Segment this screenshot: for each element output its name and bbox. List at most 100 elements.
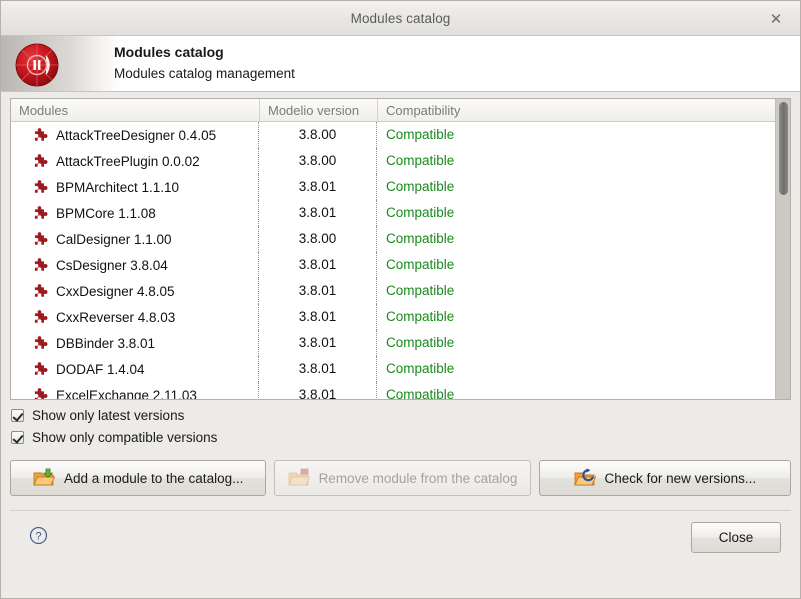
table-row[interactable]: CsDesigner 3.8.04 3.8.01Compatible	[11, 252, 790, 278]
cell-modelio-version: 3.8.01	[259, 330, 377, 356]
dialog-body: Modules Modelio version Compatibility At…	[1, 92, 800, 598]
checkbox-label: Show only latest versions	[32, 408, 184, 423]
modelio-logo-icon	[13, 41, 61, 89]
puzzle-piece-icon	[33, 179, 49, 195]
close-x-icon[interactable]: ✕	[762, 1, 790, 36]
table-row[interactable]: CxxDesigner 4.8.05 3.8.01Compatible	[11, 278, 790, 304]
cell-modelio-version: 3.8.01	[259, 200, 377, 226]
checkbox-0[interactable]	[11, 409, 24, 422]
cell-compatibility: Compatible	[377, 356, 790, 382]
puzzle-piece-icon	[33, 257, 49, 273]
module-name: ExcelExchange 2.11.03	[56, 388, 197, 400]
help-question-icon[interactable]: ?	[29, 526, 48, 545]
table-row[interactable]: AttackTreeDesigner 0.4.053.8.00Compatibl…	[11, 122, 790, 148]
action-buttons: Add a module to the catalog... Remove mo…	[10, 460, 791, 496]
puzzle-piece-icon	[33, 309, 49, 325]
module-name: AttackTreeDesigner 0.4.05	[56, 128, 216, 143]
cell-compatibility: Compatible	[377, 122, 790, 148]
puzzle-piece-icon	[33, 361, 49, 377]
puzzle-piece-icon	[33, 387, 49, 399]
cell-compatibility: Compatible	[377, 148, 790, 174]
cell-module: CsDesigner 3.8.04	[11, 252, 259, 278]
puzzle-piece-icon	[33, 283, 49, 299]
table-row[interactable]: BPMArchitect 1.1.10 3.8.01Compatible	[11, 174, 790, 200]
cell-module: AttackTreeDesigner 0.4.05	[11, 122, 259, 148]
cell-compatibility: Compatible	[377, 278, 790, 304]
module-name: BPMCore 1.1.08	[56, 206, 156, 221]
window-title: Modules catalog	[351, 11, 451, 26]
cell-module: DBBinder 3.8.01	[11, 330, 259, 356]
cell-compatibility: Compatible	[377, 174, 790, 200]
puzzle-piece-icon	[33, 127, 49, 143]
cell-compatibility: Compatible	[377, 226, 790, 252]
cell-module: CalDesigner 1.1.00	[11, 226, 259, 252]
cell-modelio-version: 3.8.01	[259, 356, 377, 382]
window-titlebar: Modules catalog ✕	[1, 1, 800, 36]
module-name: BPMArchitect 1.1.10	[56, 180, 179, 195]
dialog-footer: ? Close	[10, 510, 791, 598]
banner-title: Modules catalog	[114, 44, 295, 62]
modules-table: Modules Modelio version Compatibility At…	[10, 98, 791, 400]
banner-text-group: Modules catalog Modules catalog manageme…	[114, 44, 295, 82]
dialog-banner: Modules catalog Modules catalog manageme…	[1, 36, 800, 92]
filter-checkboxes: Show only latest versions Show only compa…	[10, 404, 791, 448]
module-name: CxxReverser 4.8.03	[56, 310, 175, 325]
puzzle-piece-icon	[33, 335, 49, 351]
cell-modelio-version: 3.8.01	[259, 278, 377, 304]
remove-module-label: Remove module from the catalog	[319, 471, 518, 486]
filter-checkbox-row[interactable]: Show only latest versions	[11, 404, 791, 426]
cell-modelio-version: 3.8.00	[259, 148, 377, 174]
folder-refresh-icon	[574, 468, 596, 488]
cell-compatibility: Compatible	[377, 382, 790, 399]
module-name: CalDesigner 1.1.00	[56, 232, 172, 247]
folder-remove-icon	[288, 468, 310, 488]
table-rows-container: AttackTreeDesigner 0.4.053.8.00Compatibl…	[11, 122, 790, 399]
table-vertical-scrollbar[interactable]	[775, 99, 790, 399]
add-module-button[interactable]: Add a module to the catalog...	[10, 460, 266, 496]
puzzle-piece-icon	[33, 231, 49, 247]
column-header-modules[interactable]: Modules	[11, 99, 259, 122]
close-button[interactable]: Close	[691, 522, 781, 553]
check-new-versions-button[interactable]: Check for new versions...	[539, 460, 791, 496]
cell-module: DODAF 1.4.04	[11, 356, 259, 382]
cell-module: BPMArchitect 1.1.10	[11, 174, 259, 200]
table-row[interactable]: BPMCore 1.1.08 3.8.01Compatible	[11, 200, 790, 226]
cell-modelio-version: 3.8.01	[259, 382, 377, 399]
banner-subtitle: Modules catalog management	[114, 65, 295, 82]
cell-modelio-version: 3.8.01	[259, 252, 377, 278]
column-header-compatibility[interactable]: Compatibility	[377, 99, 790, 122]
table-row[interactable]: DBBinder 3.8.01 3.8.01Compatible	[11, 330, 790, 356]
table-row[interactable]: AttackTreePlugin 0.0.02 3.8.00Compatible	[11, 148, 790, 174]
table-row[interactable]: CalDesigner 1.1.00 3.8.00Compatible	[11, 226, 790, 252]
module-name: DODAF 1.4.04	[56, 362, 145, 377]
puzzle-piece-icon	[33, 205, 49, 221]
column-header-modelio-version[interactable]: Modelio version	[259, 99, 377, 122]
module-name: CxxDesigner 4.8.05	[56, 284, 175, 299]
add-module-label: Add a module to the catalog...	[64, 471, 243, 486]
puzzle-piece-icon	[33, 153, 49, 169]
checkbox-label: Show only compatible versions	[32, 430, 217, 445]
modules-catalog-dialog: Modules catalog ✕ Modules catalog Module…	[0, 0, 801, 599]
cell-module: CxxReverser 4.8.03	[11, 304, 259, 330]
cell-modelio-version: 3.8.01	[259, 174, 377, 200]
filter-checkbox-row[interactable]: Show only compatible versions	[11, 426, 791, 448]
scrollbar-thumb[interactable]	[779, 102, 788, 195]
cell-compatibility: Compatible	[377, 200, 790, 226]
cell-compatibility: Compatible	[377, 304, 790, 330]
table-row[interactable]: CxxReverser 4.8.03 3.8.01Compatible	[11, 304, 790, 330]
cell-modelio-version: 3.8.00	[259, 226, 377, 252]
remove-module-button[interactable]: Remove module from the catalog	[274, 460, 530, 496]
module-name: CsDesigner 3.8.04	[56, 258, 168, 273]
cell-compatibility: Compatible	[377, 330, 790, 356]
cell-compatibility: Compatible	[377, 252, 790, 278]
cell-modelio-version: 3.8.01	[259, 304, 377, 330]
table-header-row: Modules Modelio version Compatibility	[11, 99, 790, 122]
cell-module: BPMCore 1.1.08	[11, 200, 259, 226]
module-name: AttackTreePlugin 0.0.02	[56, 154, 200, 169]
table-row[interactable]: ExcelExchange 2.11.03 3.8.01Compatible	[11, 382, 790, 399]
table-row[interactable]: DODAF 1.4.04 3.8.01Compatible	[11, 356, 790, 382]
checkbox-1[interactable]	[11, 431, 24, 444]
folder-add-icon	[33, 468, 55, 488]
check-new-versions-label: Check for new versions...	[605, 471, 757, 486]
module-name: DBBinder 3.8.01	[56, 336, 155, 351]
